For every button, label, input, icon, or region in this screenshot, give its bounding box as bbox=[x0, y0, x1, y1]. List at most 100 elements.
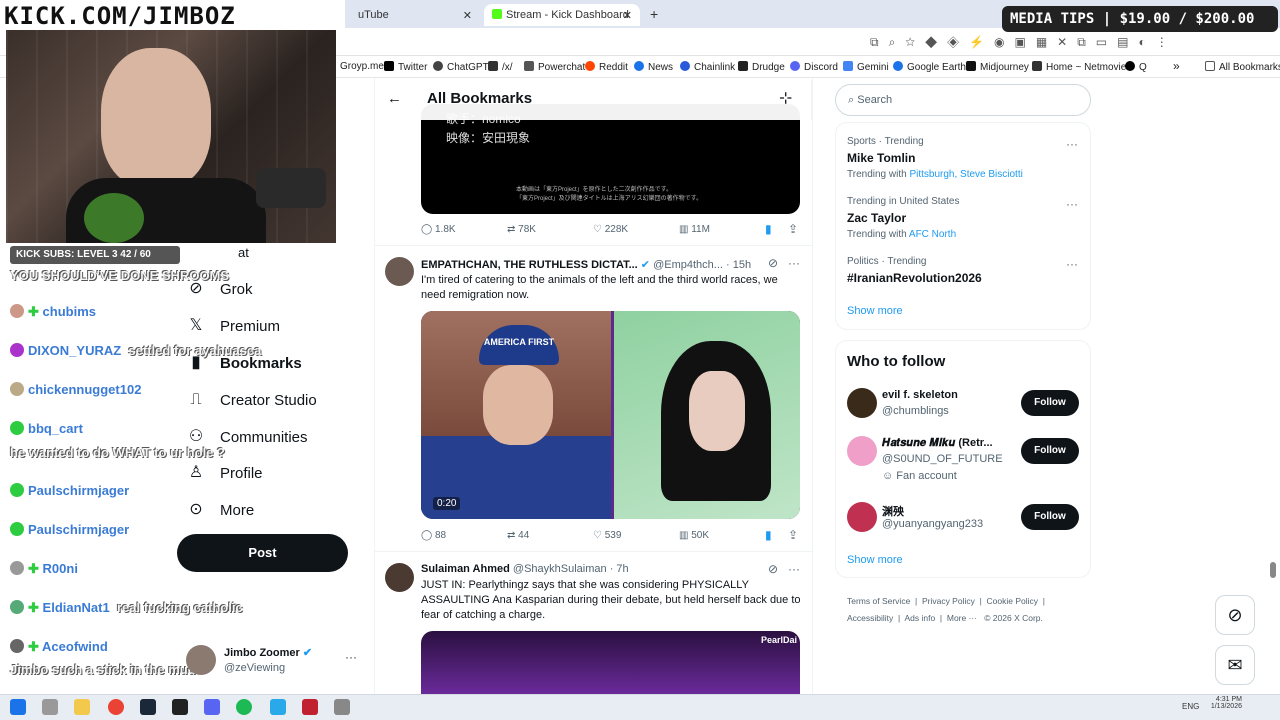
author-handle[interactable]: @Emp4thch... bbox=[653, 259, 723, 271]
follow-button[interactable]: Follow bbox=[1021, 390, 1079, 416]
nav-profile[interactable]: ♙ Profile bbox=[186, 463, 263, 483]
nav-partial-item[interactable]: at bbox=[238, 245, 249, 260]
bookmark-google-earth[interactable]: Google Earth bbox=[893, 61, 966, 73]
trend-more-icon[interactable]: ··· bbox=[1066, 257, 1078, 271]
follow-name[interactable]: evil f. skeleton bbox=[882, 389, 958, 401]
avatar[interactable] bbox=[385, 257, 414, 286]
footer-more[interactable]: More ··· bbox=[947, 613, 977, 623]
like-button[interactable]: ♡ 228K bbox=[593, 224, 628, 235]
close-icon[interactable]: ✕ bbox=[623, 9, 632, 22]
follow-name[interactable]: 𝑯𝒂𝒕𝒔𝒖𝒏𝒆 𝑴𝒊𝒌𝒖 (Retr... bbox=[882, 437, 1017, 450]
bookmark-twitter[interactable]: Twitter bbox=[384, 61, 427, 73]
bookmark-netmovies[interactable]: Home ~ Netmovies bbox=[1032, 61, 1131, 73]
app-icon[interactable] bbox=[334, 699, 350, 715]
add-bookmark-folder-icon[interactable]: ⊹ bbox=[779, 88, 792, 108]
bookmark-groyp[interactable]: Groyp.me bbox=[340, 61, 384, 72]
more-options-icon[interactable]: ··· bbox=[788, 256, 800, 270]
reply-button[interactable]: ◯ 88 bbox=[421, 530, 446, 541]
bookmark-reddit[interactable]: Reddit bbox=[585, 61, 628, 73]
footer-ads[interactable]: Ads info bbox=[904, 613, 935, 623]
follow-button[interactable]: Follow bbox=[1021, 438, 1079, 464]
tab-youtube[interactable]: uTube ✕ bbox=[350, 4, 480, 26]
steam-icon[interactable] bbox=[140, 699, 156, 715]
back-arrow-icon[interactable]: ← bbox=[387, 90, 402, 107]
more-options-icon[interactable]: ··· bbox=[788, 562, 800, 576]
bookmark-gemini[interactable]: Gemini bbox=[843, 61, 889, 73]
file-explorer-icon[interactable] bbox=[74, 699, 90, 715]
trend-item[interactable]: Sports · Trending Mike Tomlin Trending w… bbox=[847, 136, 1023, 180]
nav-more[interactable]: ⊙ More bbox=[186, 500, 254, 520]
tweet-video[interactable]: PearlDai bbox=[421, 631, 800, 694]
extension-icons[interactable]: ⧉⌕☆◆◈⚡◉▣▦✕⧉▭▤◐⋮ bbox=[870, 35, 1178, 50]
tweet-video-top[interactable]: 歌手：nomico 映像：安田現象 本動画は「東方Project」を原作とした二… bbox=[421, 104, 800, 214]
reply-button[interactable]: ◯ 1.8K bbox=[421, 224, 456, 235]
account-name[interactable]: Jimbo Zoomer ✔ bbox=[224, 646, 312, 659]
nav-creator-studio[interactable]: ⎍ Creator Studio bbox=[186, 390, 316, 410]
nav-bookmarks[interactable]: ▮ Bookmarks bbox=[186, 353, 302, 373]
author-name[interactable]: Sulaiman Ahmed bbox=[421, 563, 510, 575]
tweet-time[interactable]: · 15h bbox=[726, 259, 751, 271]
footer-privacy[interactable]: Privacy Policy bbox=[922, 596, 975, 606]
app-icon[interactable] bbox=[302, 699, 318, 715]
bookmark-chatgpt[interactable]: ChatGPT bbox=[433, 61, 489, 73]
share-icon[interactable]: ⇪ bbox=[788, 528, 798, 542]
start-icon[interactable] bbox=[10, 699, 26, 715]
avatar[interactable] bbox=[847, 388, 877, 418]
bookmark-powerchat[interactable]: Powerchat bbox=[524, 61, 585, 73]
author-name[interactable]: EMPATHCHAN, THE RUTHLESS DICTAT... bbox=[421, 259, 638, 271]
grok-explain-icon[interactable]: ⊘ bbox=[768, 256, 778, 270]
trend-more-icon[interactable]: ··· bbox=[1066, 197, 1078, 211]
footer-terms[interactable]: Terms of Service bbox=[847, 596, 910, 606]
avatar[interactable] bbox=[847, 436, 877, 466]
repost-button[interactable]: ⇄ 78K bbox=[507, 224, 536, 235]
show-more-follows[interactable]: Show more bbox=[847, 554, 903, 566]
avatar[interactable] bbox=[385, 563, 414, 592]
discord-icon[interactable] bbox=[204, 699, 220, 715]
clock[interactable]: 4:31 PM 1/13/2026 bbox=[1206, 696, 1242, 710]
account-avatar[interactable] bbox=[186, 645, 216, 675]
trend-item[interactable]: Trending in United States Zac Taylor Tre… bbox=[847, 196, 959, 240]
views-button[interactable]: ▥ 50K bbox=[679, 530, 709, 541]
grok-fab-icon[interactable]: ⊘ bbox=[1215, 595, 1255, 635]
bookmark-chainlink[interactable]: Chainlink bbox=[680, 61, 735, 73]
tweet-video[interactable]: AMERICA FIRST 0:20 bbox=[421, 311, 800, 519]
trend-item[interactable]: Politics · Trending #IranianRevolution20… bbox=[847, 256, 982, 285]
share-icon[interactable]: ⇪ bbox=[788, 222, 798, 236]
follow-button[interactable]: Follow bbox=[1021, 504, 1079, 530]
avatar[interactable] bbox=[847, 502, 877, 532]
bookmark-q[interactable]: Q bbox=[1125, 61, 1147, 73]
nav-premium[interactable]: 𝕏 Premium bbox=[186, 316, 280, 336]
bookmarked-icon[interactable]: ▮ bbox=[765, 222, 772, 236]
tab-kick-dashboard[interactable]: Stream - Kick Dashboard ✕ bbox=[484, 4, 640, 26]
search-input[interactable]: ⌕ Search bbox=[835, 84, 1091, 116]
nav-grok[interactable]: ⊘ Grok bbox=[186, 279, 252, 299]
bookmarks-overflow-chevron-icon[interactable]: » bbox=[1173, 59, 1180, 73]
language-indicator[interactable]: ENG bbox=[1182, 702, 1199, 711]
views-button[interactable]: ▥ 11M bbox=[679, 224, 710, 235]
close-icon[interactable]: ✕ bbox=[463, 9, 472, 22]
repost-button[interactable]: ⇄ 44 bbox=[507, 530, 529, 541]
bookmark-x[interactable]: /x/ bbox=[488, 61, 513, 73]
new-tab-button[interactable]: + bbox=[644, 4, 664, 26]
account-menu-icon[interactable]: ··· bbox=[345, 650, 357, 664]
bookmark-drudge[interactable]: Drudge bbox=[738, 61, 785, 73]
chrome-icon[interactable] bbox=[108, 699, 124, 715]
trend-more-icon[interactable]: ··· bbox=[1066, 137, 1078, 151]
bookmark-discord[interactable]: Discord bbox=[790, 61, 838, 73]
author-handle[interactable]: @ShaykhSulaiman bbox=[513, 563, 607, 575]
scrollbar-thumb[interactable] bbox=[1270, 562, 1276, 578]
post-button[interactable]: Post bbox=[177, 534, 348, 572]
grok-explain-icon[interactable]: ⊘ bbox=[768, 562, 778, 576]
tweet-time[interactable]: · 7h bbox=[610, 563, 629, 575]
task-view-icon[interactable] bbox=[42, 699, 58, 715]
spotify-icon[interactable] bbox=[236, 699, 252, 715]
bookmarked-icon[interactable]: ▮ bbox=[765, 528, 772, 542]
all-bookmarks-folder[interactable]: All Bookmarks bbox=[1205, 61, 1280, 73]
like-button[interactable]: ♡ 539 bbox=[593, 530, 621, 541]
messages-fab-icon[interactable]: ✉ bbox=[1215, 645, 1255, 685]
bookmark-midjourney[interactable]: Midjourney bbox=[966, 61, 1029, 73]
terminal-icon[interactable] bbox=[172, 699, 188, 715]
nav-communities[interactable]: ⚇ Communities bbox=[186, 427, 308, 447]
show-more-trends[interactable]: Show more bbox=[847, 305, 903, 317]
telegram-icon[interactable] bbox=[270, 699, 286, 715]
